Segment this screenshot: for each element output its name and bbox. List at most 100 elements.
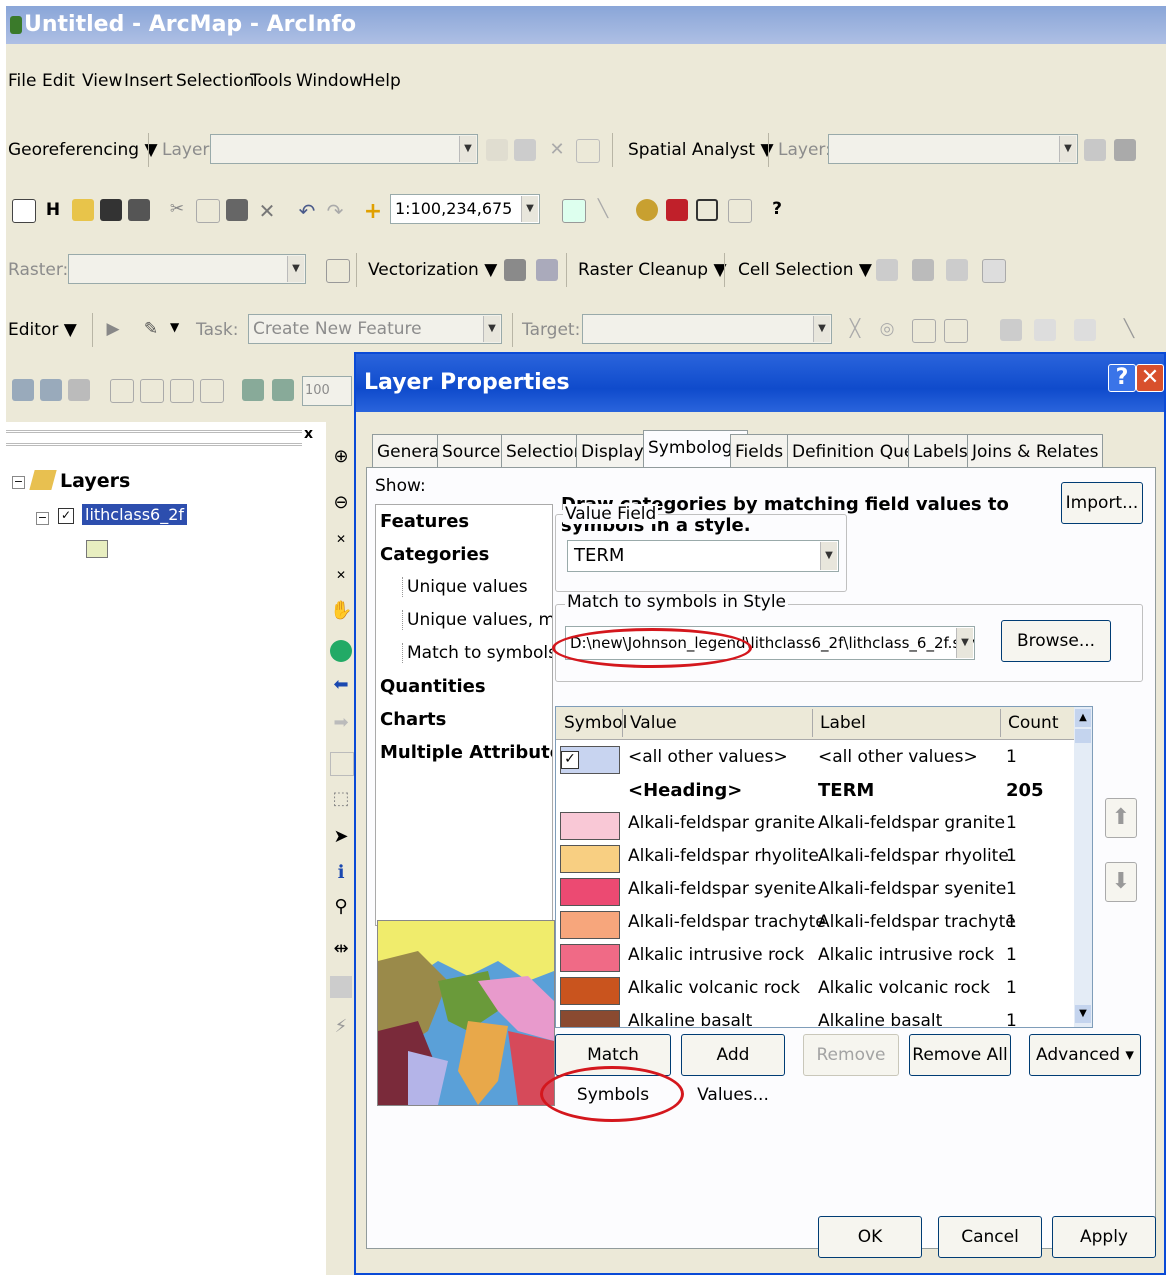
full-extent-icon[interactable]	[330, 640, 352, 662]
move-down-icon[interactable]: ⬇	[1105, 862, 1137, 902]
menu-edit[interactable]: Edit	[42, 71, 75, 91]
save-icon[interactable]	[100, 199, 122, 221]
clear-selection-icon[interactable]	[946, 259, 968, 281]
add-control-points-icon[interactable]: ✕	[546, 139, 568, 161]
add-data-icon[interactable]: +	[362, 199, 384, 224]
rotate-feature-icon[interactable]: ◎	[876, 319, 898, 341]
zoom-percent-combo[interactable]: 100	[302, 376, 352, 406]
map-scale-combo[interactable]: 1:100,234,675 ▼	[390, 194, 540, 224]
show-item[interactable]: Multiple Attributes	[380, 742, 552, 763]
copy-icon[interactable]	[196, 199, 220, 223]
tab-source[interactable]: Source	[437, 434, 506, 469]
spatial-layer-combo[interactable]: ▼	[828, 134, 1078, 164]
symbol-swatch[interactable]	[560, 845, 620, 873]
open-icon[interactable]	[72, 199, 94, 221]
ok-button[interactable]: OK	[818, 1216, 922, 1258]
scroll-up-icon[interactable]: ▲	[1075, 709, 1091, 727]
select-elements-icon[interactable]	[330, 752, 354, 776]
remove-all-button[interactable]: Remove All	[909, 1034, 1011, 1076]
fix-errors-icon[interactable]	[1074, 319, 1096, 341]
map-topology-icon[interactable]	[1034, 319, 1056, 341]
menu-insert[interactable]: Insert	[124, 71, 173, 91]
table-row[interactable]: Alkali-feldspar granite Alkali-feldspar g…	[556, 809, 1066, 842]
redo-icon[interactable]: ↷	[324, 199, 346, 223]
advanced-button[interactable]: Advanced ▾	[1029, 1034, 1141, 1076]
remove-button[interactable]: Remove	[803, 1034, 899, 1076]
interactive-select-icon[interactable]	[912, 259, 934, 281]
fixed-zoom-out-icon-2[interactable]: ✕	[330, 564, 352, 586]
layers-root[interactable]: Layers	[60, 470, 130, 492]
histogram-icon[interactable]	[1114, 139, 1136, 161]
dropdown-icon[interactable]	[514, 139, 536, 161]
show-item[interactable]: Unique values, many f	[402, 610, 552, 630]
hyperlink-icon[interactable]	[330, 976, 352, 998]
pan-icon[interactable]: ✋	[330, 600, 352, 622]
menu-view[interactable]: View	[82, 71, 122, 91]
delete-icon[interactable]: ✕	[256, 199, 278, 223]
table-row[interactable]: ✓ <all other values> <all other values> 1	[556, 743, 1066, 776]
table-row[interactable]: Alkali-feldspar rhyolite Alkali-feldspar …	[556, 842, 1066, 875]
lightning-icon[interactable]: ⚡	[330, 1016, 352, 1038]
help-icon[interactable]: ?	[1108, 364, 1136, 392]
collapse-layer-icon[interactable]: −	[36, 512, 49, 525]
zoom-out-icon[interactable]: ⊖	[330, 492, 352, 514]
zoom-whole-page-icon[interactable]	[110, 379, 134, 403]
menu-help[interactable]: Help	[362, 71, 401, 91]
fixed-zoom-in-icon-2[interactable]: ✕	[330, 528, 352, 550]
paste-icon[interactable]	[226, 199, 248, 221]
task-combo[interactable]: Create New Feature ▼	[248, 314, 502, 344]
table-scrollbar[interactable]: ▲ ▼	[1074, 707, 1092, 1027]
apply-button[interactable]: Apply	[1052, 1216, 1156, 1258]
forward-extent-icon[interactable]	[272, 379, 294, 401]
sketch-tool-icon[interactable]: ✎	[140, 319, 162, 341]
symbol-swatch[interactable]	[560, 1010, 620, 1027]
menu-window[interactable]: Window	[296, 71, 363, 91]
arctoolbox-icon[interactable]	[666, 199, 688, 221]
table-row[interactable]: <Heading> TERM 205	[556, 776, 1066, 809]
menu-selection[interactable]: Selection	[176, 71, 254, 91]
layer-name[interactable]: lithclass6_2f	[82, 504, 188, 525]
find-icon[interactable]: ⚲	[330, 896, 352, 918]
georef-layer-combo[interactable]: ▼	[210, 134, 478, 164]
move-up-icon[interactable]: ⬆	[1105, 798, 1137, 838]
editor-toolbar-icon[interactable]	[562, 199, 586, 223]
browse-button[interactable]: Browse...	[1001, 620, 1111, 662]
arc-catalog-icon[interactable]	[636, 199, 658, 221]
raster-stats-icon[interactable]	[982, 259, 1006, 283]
tab-labels[interactable]: Labels	[908, 434, 973, 469]
table-row[interactable]: Alkaline basalt Alkaline basalt 1	[556, 1007, 1066, 1027]
symbol-swatch[interactable]	[560, 911, 620, 939]
contour-icon[interactable]	[1084, 139, 1106, 161]
model-builder-icon[interactable]	[728, 199, 752, 223]
close-dialog-icon[interactable]: ✕	[1136, 364, 1164, 392]
cell-select-icon[interactable]	[504, 259, 526, 281]
pointer-icon[interactable]: ➤	[330, 826, 352, 848]
forward-icon[interactable]: ➡	[330, 712, 352, 734]
layer-visibility-checkbox[interactable]: ✓	[58, 508, 74, 524]
value-field-select[interactable]: TERM ▼	[567, 540, 839, 572]
sketch-icon[interactable]: ╲	[592, 199, 614, 221]
col-value[interactable]: Value	[630, 713, 677, 733]
close-icon[interactable]: x	[304, 426, 313, 442]
back-extent-icon[interactable]	[242, 379, 264, 401]
cut-icon[interactable]: ✂	[166, 199, 188, 221]
vectorization-menu[interactable]: Vectorization ▼	[368, 260, 497, 280]
layer-symbol[interactable]	[86, 540, 108, 558]
raster-snapping-icon[interactable]	[326, 259, 350, 283]
row-checkbox[interactable]: ✓	[561, 751, 579, 769]
rotate-icon[interactable]	[486, 139, 508, 161]
scroll-down-icon[interactable]: ▼	[1075, 1005, 1091, 1023]
zoom-out-page-icon[interactable]	[40, 379, 62, 401]
undo-icon[interactable]: ↶	[296, 199, 318, 223]
cancel-button[interactable]: Cancel	[938, 1216, 1042, 1258]
collapse-icon[interactable]: −	[12, 476, 25, 489]
symbol-swatch[interactable]	[560, 878, 620, 906]
sketch-properties-icon[interactable]	[944, 319, 968, 343]
split-icon[interactable]: ╳	[844, 319, 866, 341]
raster-cleanup-menu[interactable]: Raster Cleanup ▼	[578, 260, 727, 280]
fixed-zoom-in-icon[interactable]	[140, 379, 164, 403]
show-item[interactable]: Match to symbols in a	[402, 643, 552, 663]
sketch-dropdown-icon[interactable]: ▼	[170, 320, 179, 334]
target-combo[interactable]: ▼	[582, 314, 832, 344]
new-map-icon[interactable]: H	[42, 199, 64, 221]
